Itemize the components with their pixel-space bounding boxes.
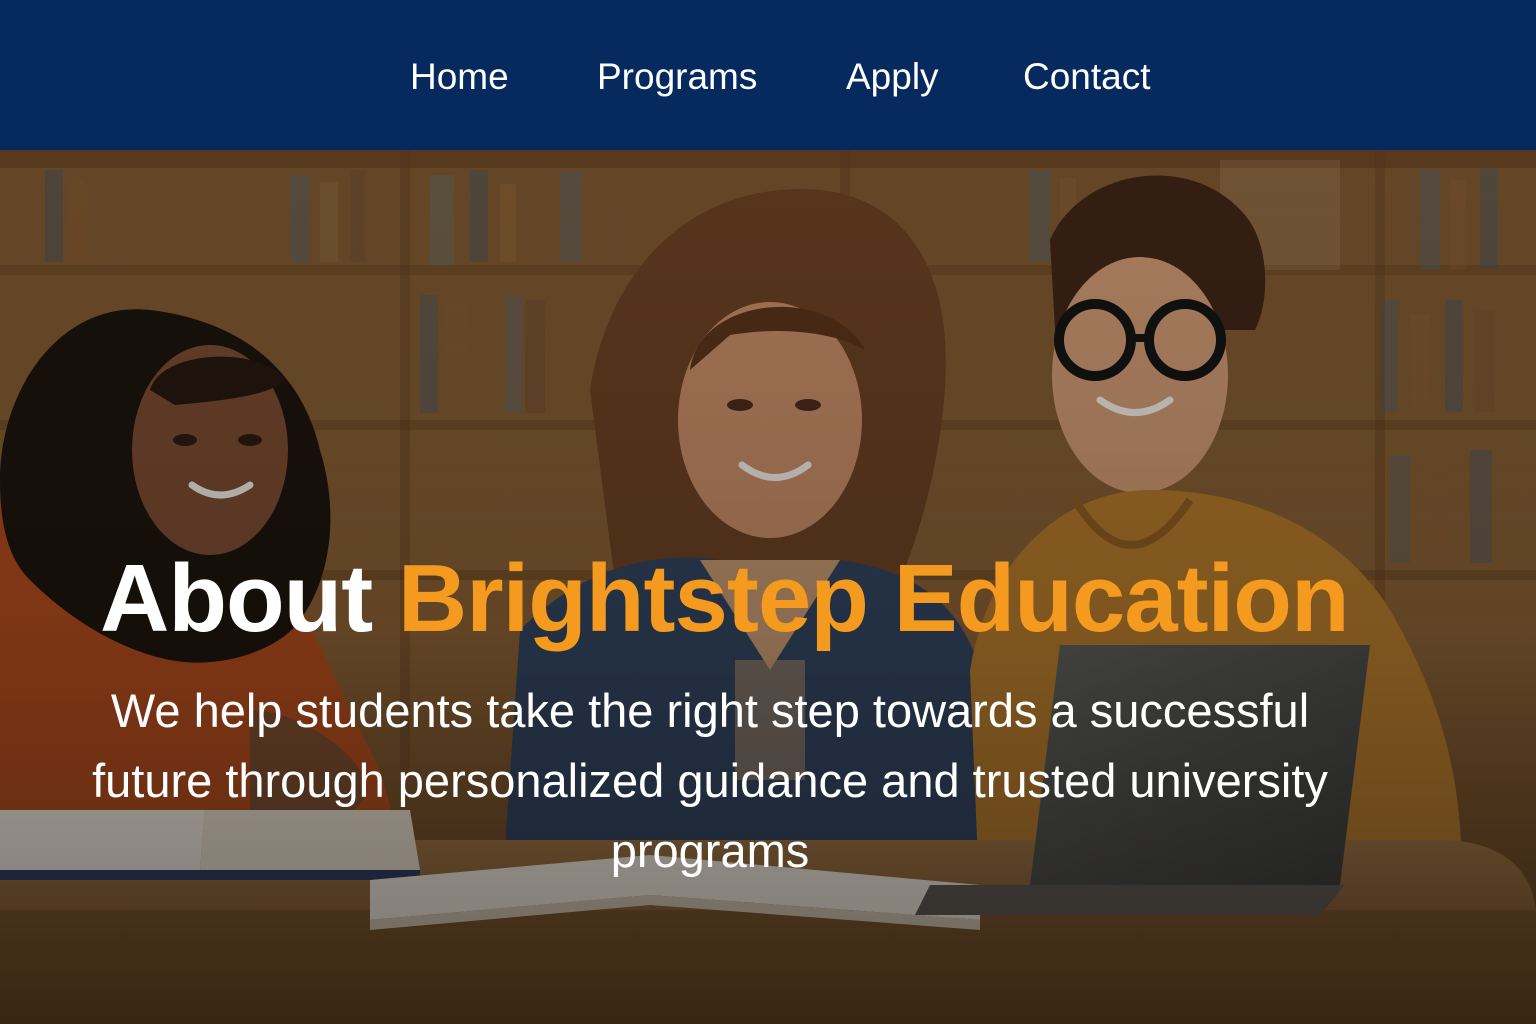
- hero-description: We help students take the right step tow…: [92, 684, 1328, 877]
- title-lead-text: About: [100, 545, 373, 652]
- nav-link-home[interactable]: Home: [410, 55, 509, 99]
- nav-link-programs[interactable]: Programs: [597, 55, 757, 99]
- about-page: Home Programs Apply Contact About Bright…: [0, 0, 1536, 1024]
- nav-link-apply[interactable]: Apply: [846, 55, 939, 99]
- title-highlight-text: Brightstep Education: [397, 545, 1350, 652]
- page-title: About Brightstep Education: [100, 547, 1460, 651]
- top-navigation-bar: Home Programs Apply Contact: [0, 0, 1536, 150]
- nav-link-contact[interactable]: Contact: [1023, 55, 1151, 99]
